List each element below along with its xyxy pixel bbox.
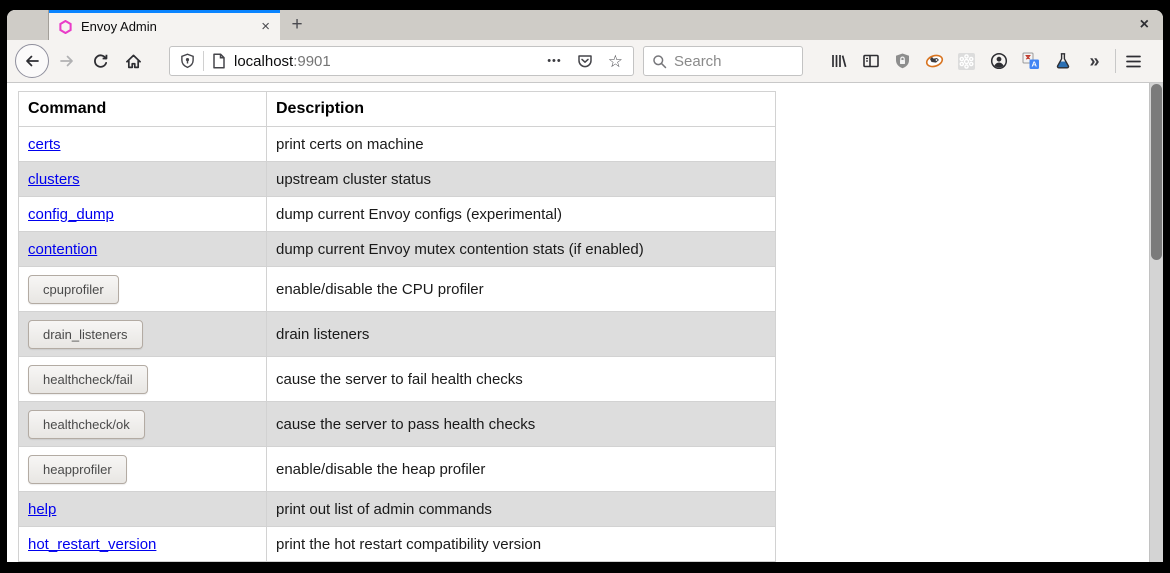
translate-extension-icon[interactable]: A (1021, 52, 1040, 71)
command-description: enable/disable the CPU profiler (267, 267, 776, 312)
url-host: localhost (234, 53, 293, 70)
column-header-command: Command (19, 92, 267, 127)
command-link[interactable]: hot_restart_version (28, 536, 156, 553)
command-link[interactable]: clusters (28, 171, 80, 188)
command-description: upstream cluster status (267, 162, 776, 197)
window-close-icon[interactable]: × (1140, 17, 1149, 33)
scrollbar-thumb[interactable] (1151, 84, 1162, 260)
sidebars-icon[interactable] (861, 52, 880, 71)
table-header-row: Command Description (19, 92, 776, 127)
admin-command-table: Command Description certs print certs on… (18, 91, 776, 562)
command-description: print out list of admin commands (267, 492, 776, 527)
table-row: heapprofiler enable/disable the heap pro… (19, 447, 776, 492)
search-icon (652, 54, 667, 69)
page-scrollbar[interactable] (1149, 83, 1163, 562)
command-description: print certs on machine (267, 127, 776, 162)
tab-bar: Envoy Admin × + × (7, 10, 1163, 40)
search-bar[interactable] (643, 46, 803, 76)
command-link[interactable]: contention (28, 241, 97, 258)
envoy-favicon-icon (59, 20, 72, 34)
command-description: cause the server to pass health checks (267, 402, 776, 447)
url-bar[interactable]: localhost:9901 ••• ☆ (169, 46, 634, 76)
command-description: enable/disable the heap profiler (267, 447, 776, 492)
fox-extension-icon[interactable] (925, 52, 944, 71)
command-description: print the hot restart compatibility vers… (267, 527, 776, 562)
browser-window: Envoy Admin × + × (7, 10, 1163, 562)
table-row: config_dump dump current Envoy configs (… (19, 197, 776, 232)
navigation-toolbar: localhost:9901 ••• ☆ (7, 40, 1163, 83)
column-header-description: Description (267, 92, 776, 127)
table-row: cpuprofiler enable/disable the CPU profi… (19, 267, 776, 312)
titlebar-drag-spacer (7, 10, 49, 40)
url-text[interactable]: localhost:9901 (234, 53, 539, 70)
reload-button[interactable] (85, 46, 115, 76)
table-row: help print out list of admin commands (19, 492, 776, 527)
command-description: cause the server to fail health checks (267, 357, 776, 402)
tab-envoy-admin[interactable]: Envoy Admin × (49, 10, 280, 40)
tab-close-icon[interactable]: × (261, 19, 270, 34)
url-port: :9901 (293, 53, 331, 70)
menu-hamburger-icon[interactable] (1125, 54, 1142, 69)
tab-title: Envoy Admin (81, 19, 252, 34)
table-row: healthcheck/fail cause the server to fai… (19, 357, 776, 402)
command-description: drain listeners (267, 312, 776, 357)
forward-button[interactable] (52, 46, 82, 76)
page-content: Command Description certs print certs on… (7, 83, 1163, 562)
command-button[interactable]: cpuprofiler (28, 275, 119, 304)
pocket-icon[interactable] (577, 54, 593, 69)
command-link[interactable]: help (28, 501, 56, 518)
library-icon[interactable] (829, 52, 848, 71)
search-input[interactable] (674, 53, 784, 70)
table-row: drain_listeners drain listeners (19, 312, 776, 357)
cluster-extension-icon[interactable] (957, 52, 976, 71)
page-actions-icon[interactable]: ••• (547, 55, 562, 67)
overflow-chevron-icon[interactable]: » (1085, 52, 1104, 71)
command-table-body: certs print certs on machine clusters up… (19, 127, 776, 562)
shield-lock-extension-icon[interactable] (893, 52, 912, 71)
tracking-protection-shield-icon[interactable] (180, 53, 195, 69)
table-row: hot_restart_version print the hot restar… (19, 527, 776, 562)
command-button[interactable]: healthcheck/fail (28, 365, 148, 394)
command-link[interactable]: certs (28, 136, 61, 153)
flask-extension-icon[interactable] (1053, 52, 1072, 71)
command-button[interactable]: heapprofiler (28, 455, 127, 484)
translate-letter: A (1031, 60, 1037, 69)
page-info-icon[interactable] (212, 53, 226, 69)
table-row: clusters upstream cluster status (19, 162, 776, 197)
table-row: certs print certs on machine (19, 127, 776, 162)
new-tab-button[interactable]: + (280, 10, 314, 40)
back-button[interactable] (15, 44, 49, 78)
table-row: contention dump current Envoy mutex cont… (19, 232, 776, 267)
command-link[interactable]: config_dump (28, 206, 114, 223)
command-description: dump current Envoy configs (experimental… (267, 197, 776, 232)
toolbar-divider (1115, 49, 1116, 73)
account-icon[interactable] (989, 52, 1008, 71)
command-button[interactable]: drain_listeners (28, 320, 143, 349)
command-description: dump current Envoy mutex contention stat… (267, 232, 776, 267)
bookmark-star-icon[interactable]: ☆ (608, 53, 623, 70)
home-button[interactable] (118, 46, 148, 76)
urlbar-divider (203, 51, 204, 71)
table-row: healthcheck/ok cause the server to pass … (19, 402, 776, 447)
command-button[interactable]: healthcheck/ok (28, 410, 145, 439)
